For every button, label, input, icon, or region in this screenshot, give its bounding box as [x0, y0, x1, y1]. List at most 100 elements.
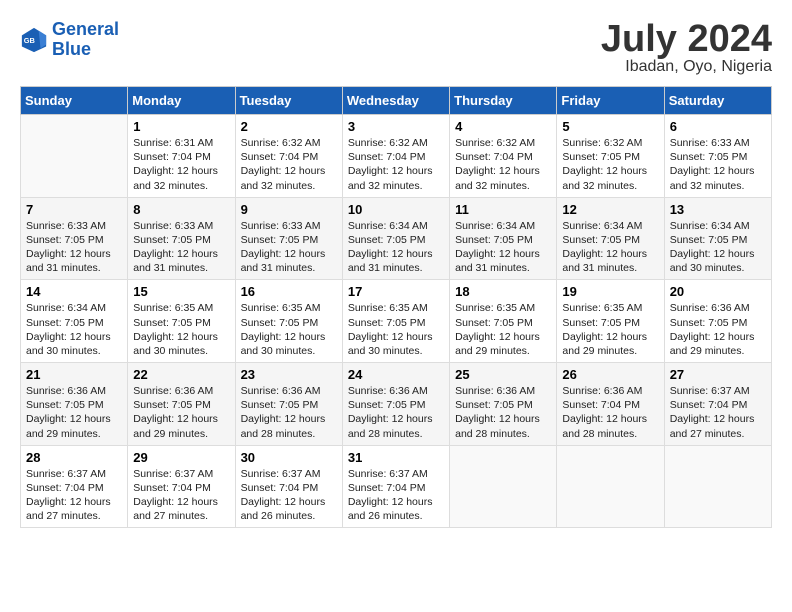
cell-content: Sunrise: 6:31 AM Sunset: 7:04 PM Dayligh…: [133, 136, 229, 193]
day-number: 3: [348, 119, 444, 134]
calendar-cell: 11 Sunrise: 6:34 AM Sunset: 7:05 PM Dayli…: [450, 197, 557, 280]
cell-content: Sunrise: 6:36 AM Sunset: 7:05 PM Dayligh…: [26, 384, 122, 441]
day-number: 13: [670, 202, 766, 217]
day-number: 5: [562, 119, 658, 134]
calendar-cell: 29 Sunrise: 6:37 AM Sunset: 7:04 PM Dayli…: [128, 445, 235, 528]
logo: GB General Blue: [20, 20, 119, 60]
calendar-cell: 30Sunrise: 6:37 AM Sunset: 7:04 PM Dayli…: [235, 445, 342, 528]
day-number: 20: [670, 284, 766, 299]
weekday-header-tuesday: Tuesday: [235, 87, 342, 115]
cell-content: Sunrise: 6:32 AM Sunset: 7:05 PM Dayligh…: [562, 136, 658, 193]
logo-text: General Blue: [52, 20, 119, 60]
calendar-cell: [450, 445, 557, 528]
calendar-cell: [557, 445, 664, 528]
calendar-week-row: 28 Sunrise: 6:37 AM Sunset: 7:04 PM Dayli…: [21, 445, 772, 528]
weekday-header-sunday: Sunday: [21, 87, 128, 115]
calendar-cell: 17 Sunrise: 6:35 AM Sunset: 7:05 PM Dayli…: [342, 280, 449, 363]
day-number: 15: [133, 284, 229, 299]
calendar-table: SundayMondayTuesdayWednesdayThursdayFrid…: [20, 86, 772, 528]
cell-content: Sunrise: 6:35 AM Sunset: 7:05 PM Dayligh…: [562, 301, 658, 358]
cell-content: Sunrise: 6:37 AM Sunset: 7:04 PM Dayligh…: [133, 467, 229, 524]
day-number: 26: [562, 367, 658, 382]
day-number: 1: [133, 119, 229, 134]
weekday-header-wednesday: Wednesday: [342, 87, 449, 115]
day-number: 19: [562, 284, 658, 299]
cell-content: Sunrise: 6:35 AM Sunset: 7:05 PM Dayligh…: [455, 301, 551, 358]
weekday-header-saturday: Saturday: [664, 87, 771, 115]
day-number: 11: [455, 202, 551, 217]
cell-content: Sunrise: 6:37 AM Sunset: 7:04 PM Dayligh…: [348, 467, 444, 524]
day-number: 21: [26, 367, 122, 382]
day-number: 23: [241, 367, 337, 382]
calendar-week-row: 7 Sunrise: 6:33 AM Sunset: 7:05 PM Daylig…: [21, 197, 772, 280]
cell-content: Sunrise: 6:36 AM Sunset: 7:05 PM Dayligh…: [455, 384, 551, 441]
cell-content: Sunrise: 6:33 AM Sunset: 7:05 PM Dayligh…: [26, 219, 122, 276]
cell-content: Sunrise: 6:32 AM Sunset: 7:04 PM Dayligh…: [241, 136, 337, 193]
weekday-header-thursday: Thursday: [450, 87, 557, 115]
calendar-cell: 25 Sunrise: 6:36 AM Sunset: 7:05 PM Dayli…: [450, 363, 557, 446]
weekday-header-friday: Friday: [557, 87, 664, 115]
calendar-cell: 3 Sunrise: 6:32 AM Sunset: 7:04 PM Daylig…: [342, 115, 449, 198]
calendar-cell: 28 Sunrise: 6:37 AM Sunset: 7:04 PM Dayli…: [21, 445, 128, 528]
calendar-cell: 8 Sunrise: 6:33 AM Sunset: 7:05 PM Daylig…: [128, 197, 235, 280]
day-number: 7: [26, 202, 122, 217]
cell-content: Sunrise: 6:32 AM Sunset: 7:04 PM Dayligh…: [455, 136, 551, 193]
cell-content: Sunrise: 6:37 AM Sunset: 7:04 PM Dayligh…: [26, 467, 122, 524]
day-number: 10: [348, 202, 444, 217]
calendar-cell: 1 Sunrise: 6:31 AM Sunset: 7:04 PM Daylig…: [128, 115, 235, 198]
cell-content: Sunrise: 6:35 AM Sunset: 7:05 PM Dayligh…: [133, 301, 229, 358]
day-number: 16: [241, 284, 337, 299]
cell-content: Sunrise: 6:34 AM Sunset: 7:05 PM Dayligh…: [455, 219, 551, 276]
cell-content: Sunrise: 6:36 AM Sunset: 7:05 PM Dayligh…: [348, 384, 444, 441]
calendar-cell: [21, 115, 128, 198]
svg-text:GB: GB: [24, 36, 36, 45]
calendar-cell: 13 Sunrise: 6:34 AM Sunset: 7:05 PM Dayli…: [664, 197, 771, 280]
weekday-header-monday: Monday: [128, 87, 235, 115]
calendar-cell: 2Sunrise: 6:32 AM Sunset: 7:04 PM Daylig…: [235, 115, 342, 198]
cell-content: Sunrise: 6:34 AM Sunset: 7:05 PM Dayligh…: [348, 219, 444, 276]
logo-icon: GB: [20, 26, 48, 54]
cell-content: Sunrise: 6:34 AM Sunset: 7:05 PM Dayligh…: [670, 219, 766, 276]
day-number: 24: [348, 367, 444, 382]
calendar-cell: [664, 445, 771, 528]
day-number: 8: [133, 202, 229, 217]
month-title: July 2024: [601, 20, 772, 58]
cell-content: Sunrise: 6:35 AM Sunset: 7:05 PM Dayligh…: [348, 301, 444, 358]
calendar-cell: 16Sunrise: 6:35 AM Sunset: 7:05 PM Dayli…: [235, 280, 342, 363]
calendar-cell: 10 Sunrise: 6:34 AM Sunset: 7:05 PM Dayli…: [342, 197, 449, 280]
cell-content: Sunrise: 6:32 AM Sunset: 7:04 PM Dayligh…: [348, 136, 444, 193]
calendar-cell: 4 Sunrise: 6:32 AM Sunset: 7:04 PM Daylig…: [450, 115, 557, 198]
day-number: 28: [26, 450, 122, 465]
calendar-cell: 21 Sunrise: 6:36 AM Sunset: 7:05 PM Dayli…: [21, 363, 128, 446]
calendar-week-row: 1 Sunrise: 6:31 AM Sunset: 7:04 PM Daylig…: [21, 115, 772, 198]
day-number: 29: [133, 450, 229, 465]
day-number: 17: [348, 284, 444, 299]
location: Ibadan, Oyo, Nigeria: [601, 58, 772, 76]
calendar-cell: 31 Sunrise: 6:37 AM Sunset: 7:04 PM Dayli…: [342, 445, 449, 528]
cell-content: Sunrise: 6:37 AM Sunset: 7:04 PM Dayligh…: [670, 384, 766, 441]
cell-content: Sunrise: 6:34 AM Sunset: 7:05 PM Dayligh…: [562, 219, 658, 276]
day-number: 30: [241, 450, 337, 465]
calendar-cell: 6Sunrise: 6:33 AM Sunset: 7:05 PM Daylig…: [664, 115, 771, 198]
calendar-cell: 9Sunrise: 6:33 AM Sunset: 7:05 PM Daylig…: [235, 197, 342, 280]
cell-content: Sunrise: 6:36 AM Sunset: 7:05 PM Dayligh…: [133, 384, 229, 441]
calendar-cell: 26Sunrise: 6:36 AM Sunset: 7:04 PM Dayli…: [557, 363, 664, 446]
cell-content: Sunrise: 6:34 AM Sunset: 7:05 PM Dayligh…: [26, 301, 122, 358]
weekday-header-row: SundayMondayTuesdayWednesdayThursdayFrid…: [21, 87, 772, 115]
calendar-cell: 23 Sunrise: 6:36 AM Sunset: 7:05 PM Dayli…: [235, 363, 342, 446]
calendar-cell: 12 Sunrise: 6:34 AM Sunset: 7:05 PM Dayli…: [557, 197, 664, 280]
day-number: 25: [455, 367, 551, 382]
day-number: 31: [348, 450, 444, 465]
cell-content: Sunrise: 6:36 AM Sunset: 7:05 PM Dayligh…: [241, 384, 337, 441]
cell-content: Sunrise: 6:33 AM Sunset: 7:05 PM Dayligh…: [133, 219, 229, 276]
calendar-cell: 27Sunrise: 6:37 AM Sunset: 7:04 PM Dayli…: [664, 363, 771, 446]
day-number: 4: [455, 119, 551, 134]
calendar-cell: 5 Sunrise: 6:32 AM Sunset: 7:05 PM Daylig…: [557, 115, 664, 198]
calendar-cell: 15 Sunrise: 6:35 AM Sunset: 7:05 PM Dayli…: [128, 280, 235, 363]
cell-content: Sunrise: 6:36 AM Sunset: 7:05 PM Dayligh…: [670, 301, 766, 358]
day-number: 18: [455, 284, 551, 299]
day-number: 12: [562, 202, 658, 217]
calendar-cell: 19 Sunrise: 6:35 AM Sunset: 7:05 PM Dayli…: [557, 280, 664, 363]
cell-content: Sunrise: 6:33 AM Sunset: 7:05 PM Dayligh…: [670, 136, 766, 193]
calendar-week-row: 14Sunrise: 6:34 AM Sunset: 7:05 PM Dayli…: [21, 280, 772, 363]
